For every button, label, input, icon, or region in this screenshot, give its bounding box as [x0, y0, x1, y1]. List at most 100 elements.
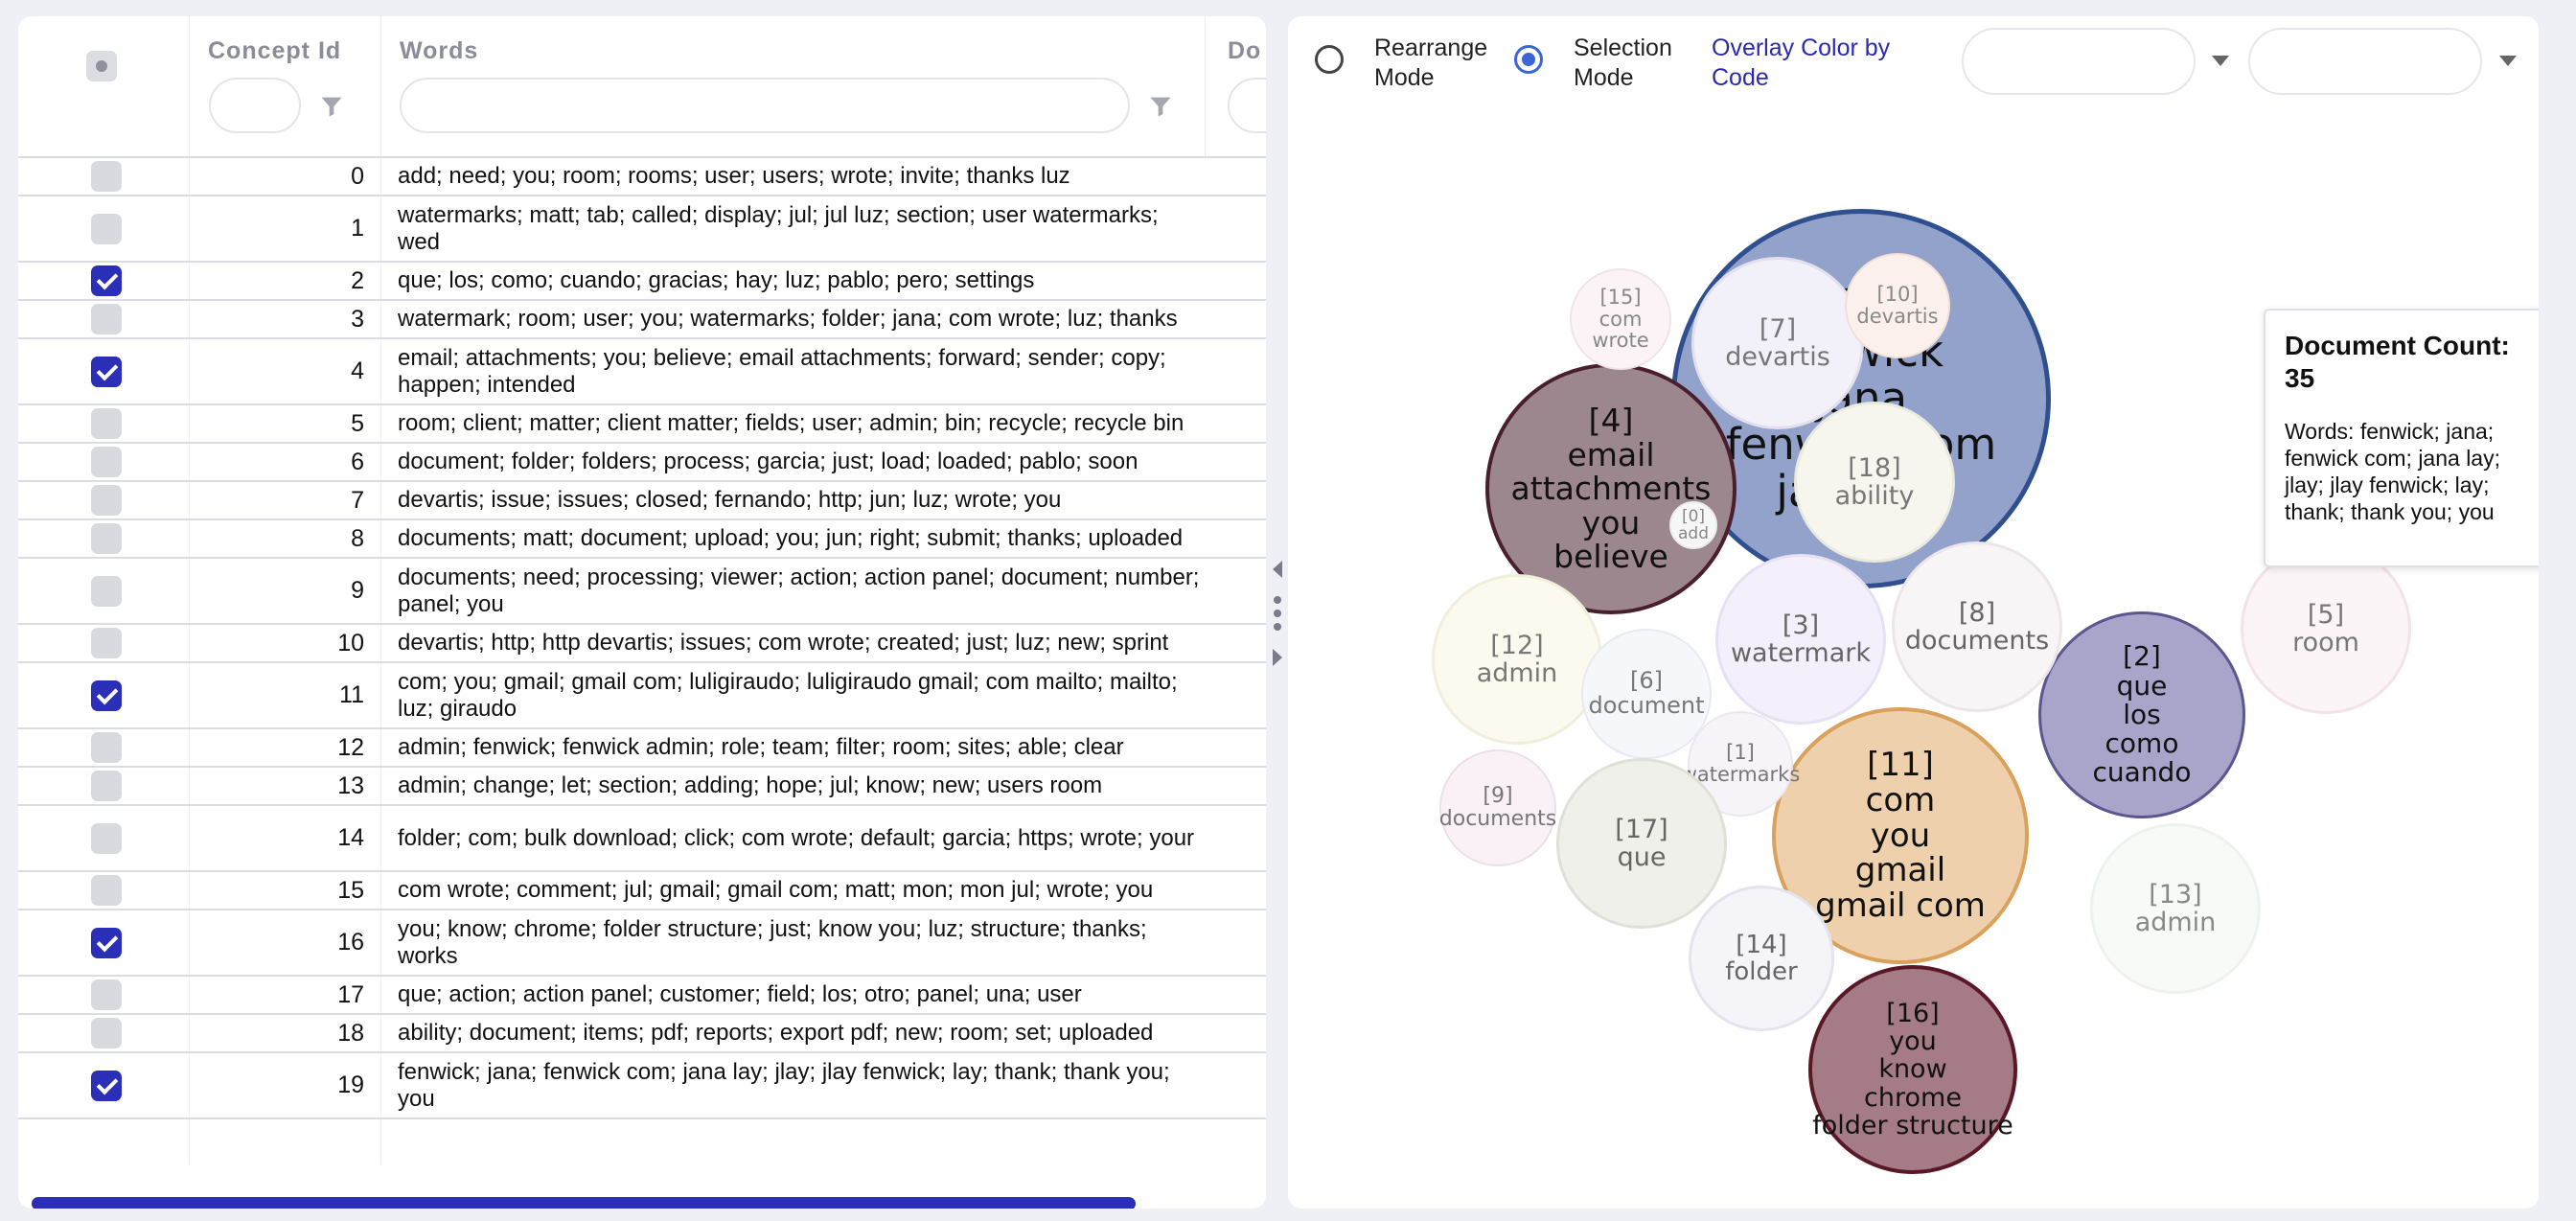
table-row[interactable]: 11 com; you; gmail; gmail com; luligiraud… — [18, 663, 1266, 729]
filter-icon[interactable] — [318, 93, 345, 120]
filter-icon[interactable] — [1147, 93, 1174, 120]
collapse-right-icon — [1273, 649, 1282, 666]
table-row[interactable]: 3 watermark; room; user; you; watermarks;… — [18, 301, 1266, 339]
concept-bubble-15[interactable]: [15] com wrote — [1570, 268, 1671, 370]
words-cell: que; action; action panel; customer; fie… — [398, 981, 1082, 1007]
row-checkbox[interactable] — [91, 485, 122, 516]
concept-id-cell: 6 — [351, 448, 364, 475]
bubble-label: [0] add — [1678, 506, 1709, 543]
row-checkbox[interactable] — [91, 213, 122, 244]
bubble-label: [14] folder — [1725, 930, 1798, 986]
concept-id-filter-input[interactable] — [209, 78, 301, 133]
selection-mode-label[interactable]: Selection Mode — [1574, 34, 1672, 93]
table-row[interactable]: 12 admin; fenwick; fenwick admin; role; t… — [18, 729, 1266, 768]
concept-id-cell: 17 — [337, 980, 364, 1008]
table-row[interactable]: 0 add; need; you; room; rooms; user; user… — [18, 158, 1266, 196]
table-row[interactable]: 15 com wrote; comment; jul; gmail; gmail … — [18, 872, 1266, 910]
concept-bubble-18[interactable]: [18] ability — [1794, 402, 1955, 563]
row-checkbox-cell — [18, 977, 189, 1013]
row-checkbox[interactable] — [91, 447, 122, 477]
table-row[interactable]: 17 que; action; action panel; customer; f… — [18, 977, 1266, 1015]
concept-id-cell: 2 — [351, 266, 364, 294]
row-checkbox[interactable] — [91, 304, 122, 334]
column-header-documents[interactable]: Do — [1228, 37, 1261, 65]
concept-bubble-9[interactable]: [9] documents — [1439, 749, 1556, 866]
table-row[interactable]: 7 devartis; issue; issues; closed; fernan… — [18, 482, 1266, 520]
concept-bubble-12[interactable]: [12] admin — [1432, 574, 1602, 745]
words-cell: room; client; matter; client matter; fie… — [398, 410, 1184, 436]
rearrange-mode-radio[interactable] — [1315, 45, 1344, 74]
row-checkbox[interactable] — [91, 628, 122, 658]
documents-filter-input[interactable] — [1228, 78, 1266, 133]
concept-bubble-8[interactable]: [8] documents — [1892, 541, 2062, 712]
concept-bubble-16[interactable]: [16] you know chrome folder structure — [1808, 965, 2017, 1174]
row-checkbox[interactable] — [91, 575, 122, 607]
table-row[interactable]: 14 folder; com; bulk download; click; com… — [18, 806, 1266, 872]
row-checkbox-cell — [18, 1053, 189, 1117]
concept-bubble-3[interactable]: [3] watermark — [1715, 554, 1886, 725]
row-checkbox[interactable] — [91, 771, 122, 801]
row-checkbox[interactable] — [91, 161, 122, 192]
row-checkbox[interactable] — [91, 927, 122, 958]
select-all-checkbox[interactable] — [86, 51, 117, 81]
table-row[interactable]: 8 documents; matt; document; upload; you;… — [18, 520, 1266, 559]
table-row[interactable]: 13 admin; change; let; section; adding; h… — [18, 768, 1266, 806]
concept-bubble-13[interactable]: [13] admin — [2090, 823, 2261, 994]
horizontal-scrollbar[interactable] — [32, 1197, 1136, 1209]
table-row[interactable]: 5 room; client; matter; client matter; fi… — [18, 405, 1266, 444]
words-cell: documents; need; processing; viewer; act… — [398, 564, 1200, 617]
code-select-2[interactable] — [2248, 28, 2482, 95]
chevron-down-icon[interactable] — [2212, 56, 2229, 66]
code-select-1[interactable] — [1962, 28, 2196, 95]
table-row[interactable]: 18 ability; document; items; pdf; reports… — [18, 1015, 1266, 1053]
concept-grid: Concept Id Words Do 0 add; need; you; roo… — [18, 16, 1266, 1209]
concept-bubble-5[interactable]: [5] room — [2241, 543, 2411, 714]
table-row[interactable]: 19 fenwick; jana; fenwick com; jana lay; … — [18, 1053, 1266, 1119]
bubble-label: [16] you know chrome folder structure — [1812, 999, 2013, 1140]
table-row[interactable]: 1 watermarks; matt; tab; called; display;… — [18, 196, 1266, 263]
concept-bubble-2[interactable]: [2] que los como cuando — [2038, 611, 2245, 818]
bubble-label: [18] ability — [1834, 452, 1915, 511]
row-checkbox-cell — [18, 196, 189, 261]
row-checkbox-cell — [18, 768, 189, 804]
row-checkbox[interactable] — [91, 408, 122, 439]
row-checkbox[interactable] — [91, 1018, 122, 1048]
concept-bubble-14[interactable]: [14] folder — [1689, 886, 1834, 1031]
table-row[interactable]: 6 document; folder; folders; process; gar… — [18, 444, 1266, 482]
concept-bubble-10[interactable]: [10] devartis — [1845, 253, 1950, 358]
row-checkbox[interactable] — [91, 732, 122, 763]
chevron-down-icon[interactable] — [2499, 56, 2517, 66]
selection-mode-radio[interactable] — [1514, 45, 1543, 74]
panel-splitter[interactable] — [1267, 556, 1288, 671]
table-row[interactable]: 2 que; los; como; cuando; gracias; hay; l… — [18, 263, 1266, 301]
concept-bubble-7[interactable]: [7] devartis — [1691, 257, 1864, 429]
table-row[interactable]: 16 you; know; chrome; folder structure; j… — [18, 910, 1266, 977]
row-checkbox[interactable] — [91, 356, 122, 387]
row-checkbox[interactable] — [91, 875, 122, 906]
row-checkbox[interactable] — [91, 680, 122, 711]
concept-bubble-0[interactable]: [0] add — [1669, 501, 1717, 549]
bubble-label: [6] document — [1588, 667, 1705, 719]
table-row[interactable]: 9 documents; need; processing; viewer; ac… — [18, 559, 1266, 625]
words-cell: devartis; issue; issues; closed; fernand… — [398, 487, 1062, 513]
row-checkbox[interactable] — [91, 523, 122, 554]
concept-bubble-6[interactable]: [6] document — [1581, 629, 1712, 759]
overlay-color-label[interactable]: Overlay Color by Code — [1712, 34, 1890, 93]
table-row[interactable]: 4 email; attachments; you; believe; email… — [18, 339, 1266, 405]
row-checkbox[interactable] — [91, 979, 122, 1010]
rearrange-mode-label[interactable]: Rearrange Mode — [1374, 34, 1487, 93]
row-checkbox-cell — [18, 301, 189, 337]
column-header-concept-id[interactable]: Concept Id — [208, 37, 341, 65]
row-checkbox-cell — [18, 625, 189, 661]
words-cell: add; need; you; room; rooms; user; users… — [398, 163, 1070, 189]
bubble-label: [2] que los como cuando — [2092, 640, 2192, 789]
bubble-label: [11] com you gmail gmail com — [1815, 746, 1986, 926]
row-checkbox[interactable] — [91, 822, 122, 854]
words-filter-input[interactable] — [400, 78, 1130, 133]
column-header-words[interactable]: Words — [400, 37, 478, 65]
table-row[interactable]: 10 devartis; http; http devartis; issues;… — [18, 625, 1266, 663]
row-checkbox[interactable] — [91, 1070, 122, 1101]
tooltip-words: Words: fenwick; jana; fenwick com; jana … — [2285, 419, 2500, 524]
concept-bubble-17[interactable]: [17] que — [1556, 758, 1727, 929]
row-checkbox[interactable] — [91, 265, 122, 296]
